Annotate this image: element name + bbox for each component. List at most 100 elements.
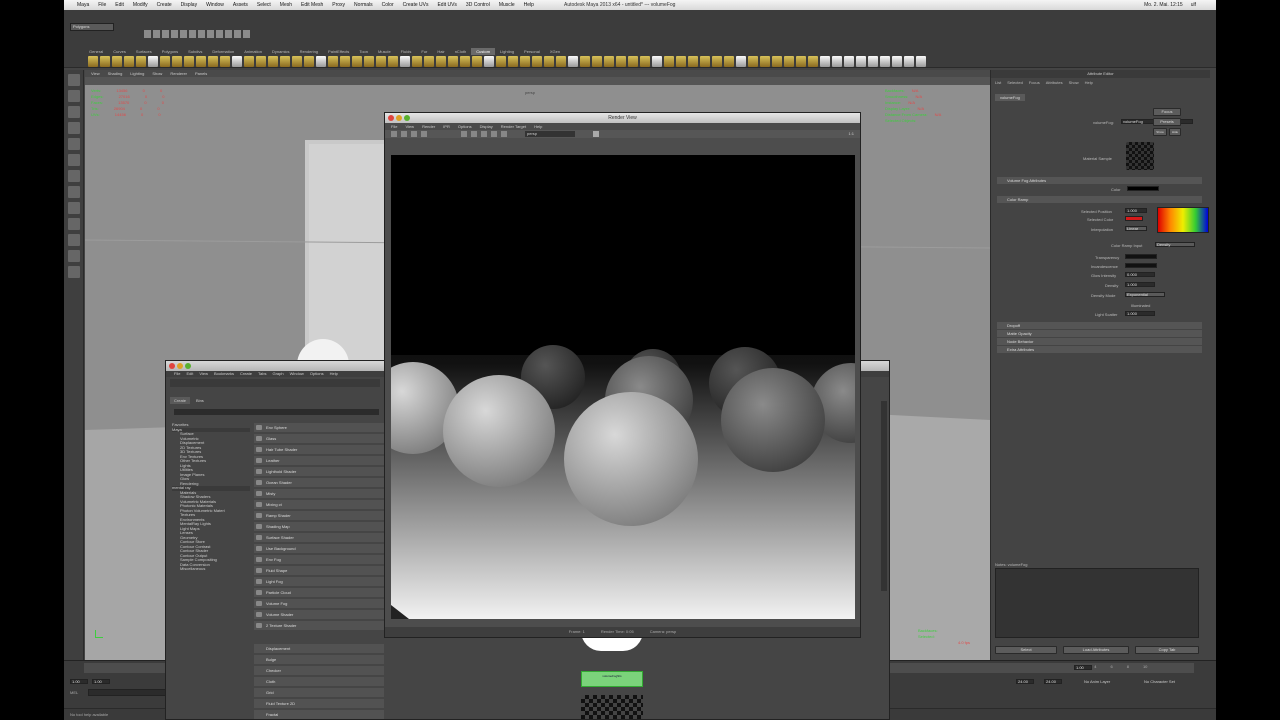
rv-keep-image-icon[interactable] xyxy=(491,131,497,137)
shelf-button-icon[interactable] xyxy=(616,56,626,67)
hs-zoom-icon[interactable] xyxy=(185,363,191,369)
shelf-button-icon[interactable] xyxy=(172,56,182,67)
shelf-button-icon[interactable] xyxy=(88,56,98,67)
hs-create-item[interactable]: Particle Cloud xyxy=(254,588,384,597)
shelf-button-icon[interactable] xyxy=(724,56,734,67)
shelf-tab-hair[interactable]: Hair xyxy=(432,48,449,55)
rv-menu-view[interactable]: View xyxy=(405,124,414,129)
hs-create-item[interactable]: Ramp Shader xyxy=(254,511,384,520)
user-name[interactable]: ulf xyxy=(1191,2,1196,8)
shelf-button-icon[interactable] xyxy=(808,56,818,67)
ae-selected-color-swatch[interactable] xyxy=(1125,216,1143,221)
ae-interpolation-select[interactable]: Linear xyxy=(1125,226,1147,231)
shelf-button-icon[interactable] xyxy=(664,56,674,67)
shelf-button-icon[interactable] xyxy=(484,56,494,67)
ae-tab-volumefog[interactable]: volumeFog xyxy=(995,94,1025,101)
shelf-button-icon[interactable] xyxy=(880,56,890,67)
menu-color[interactable]: Color xyxy=(382,2,394,8)
menu-normals[interactable]: Normals xyxy=(354,2,373,8)
ae-select-button[interactable]: Select xyxy=(995,646,1057,654)
ae-hide-button[interactable]: Hide xyxy=(1169,128,1181,136)
hs-texture-item[interactable]: Fractal xyxy=(254,710,384,719)
vp-menu-renderer[interactable]: Renderer xyxy=(170,71,187,76)
rv-refresh-icon[interactable] xyxy=(421,131,427,137)
four-view-icon[interactable] xyxy=(67,218,80,230)
shelf-tab-curves[interactable]: Curves xyxy=(108,48,131,55)
shelf-tab-custom[interactable]: Custom xyxy=(471,48,496,55)
open-scene-icon[interactable] xyxy=(153,30,160,38)
hs-texture-item[interactable]: Bulge xyxy=(254,655,384,664)
shelf-button-icon[interactable] xyxy=(412,56,422,67)
shelf-tab-fur[interactable]: Fur xyxy=(416,48,432,55)
single-view-icon[interactable] xyxy=(67,202,80,214)
menu-proxy[interactable]: Proxy xyxy=(332,2,345,8)
hs-create-item[interactable]: Ocean Shader xyxy=(254,478,384,487)
shelf-button-icon[interactable] xyxy=(400,56,410,67)
manipulator-icon[interactable] xyxy=(67,170,80,182)
rv-rgb-icon[interactable] xyxy=(461,131,467,137)
shelf-tab-lighting[interactable]: Lighting xyxy=(495,48,519,55)
shelf-tab-fluids[interactable]: Fluids xyxy=(396,48,417,55)
shelf-button-icon[interactable] xyxy=(652,56,662,67)
ae-section-matte-opacity[interactable]: Matte Opacity xyxy=(997,330,1202,337)
menu-assets[interactable]: Assets xyxy=(233,2,248,8)
ae-section-dropoff[interactable]: Dropoff xyxy=(997,322,1202,329)
menu-mesh[interactable]: Mesh xyxy=(280,2,292,8)
rv-alpha-icon[interactable] xyxy=(471,131,477,137)
hs-menu-create[interactable]: Create xyxy=(240,371,252,377)
shelf-button-icon[interactable] xyxy=(604,56,614,67)
hs-create-item[interactable]: 2 Texture Shader xyxy=(254,621,384,630)
shelf-button-icon[interactable] xyxy=(328,56,338,67)
select-tool-icon[interactable] xyxy=(67,74,80,86)
ae-load-attributes-button[interactable]: Load Attributes xyxy=(1063,646,1129,654)
menu-window[interactable]: Window xyxy=(206,2,224,8)
shelf-tab-animation[interactable]: Animation xyxy=(239,48,267,55)
shelf-tab-deformation[interactable]: Deformation xyxy=(207,48,239,55)
shelf-button-icon[interactable] xyxy=(232,56,242,67)
menu-maya[interactable]: Maya xyxy=(77,2,89,8)
shelf-button-icon[interactable] xyxy=(760,56,770,67)
shelf-button-icon[interactable] xyxy=(472,56,482,67)
rv-remove-image-icon[interactable] xyxy=(501,131,507,137)
shelf-tab-subdivs[interactable]: Subdivs xyxy=(183,48,207,55)
mode-selector[interactable]: Polygons xyxy=(70,23,114,31)
menu-edit[interactable]: Edit xyxy=(115,2,124,8)
ae-light-scatter-field[interactable]: 1.000 xyxy=(1125,311,1155,316)
hs-create-item[interactable]: Env Sphere xyxy=(254,423,384,432)
shelf-button-icon[interactable] xyxy=(280,56,290,67)
hs-tree-item[interactable]: Miscellaneous xyxy=(172,566,250,572)
shelf-button-icon[interactable] xyxy=(256,56,266,67)
shelf-button-icon[interactable] xyxy=(820,56,830,67)
hs-create-item[interactable]: Leather xyxy=(254,456,384,465)
hs-menu-window[interactable]: Window xyxy=(290,371,304,377)
rv-camera-select[interactable]: persp xyxy=(525,131,575,137)
rv-menu-options[interactable]: Options xyxy=(458,124,472,129)
rv-region-icon[interactable] xyxy=(593,131,599,137)
hs-create-item[interactable]: Glass xyxy=(254,434,384,443)
hs-filter-field[interactable] xyxy=(174,409,379,415)
hs-menu-file[interactable]: File xyxy=(174,371,180,377)
persp-outliner-icon[interactable] xyxy=(67,234,80,246)
render-settings-icon[interactable] xyxy=(243,30,250,38)
select-component-icon[interactable] xyxy=(189,30,196,38)
shelf-button-icon[interactable] xyxy=(100,56,110,67)
shelf-button-icon[interactable] xyxy=(220,56,230,67)
shelf-button-icon[interactable] xyxy=(592,56,602,67)
ae-section-node-behavior[interactable]: Node Behavior xyxy=(997,338,1202,345)
last-tool-icon[interactable] xyxy=(67,186,80,198)
lasso-tool-icon[interactable] xyxy=(67,90,80,102)
color-ramp-gradient[interactable] xyxy=(1157,207,1209,233)
ipr-render-icon[interactable] xyxy=(234,30,241,38)
hs-create-item[interactable]: Light Fog xyxy=(254,577,384,586)
ae-menu-selected[interactable]: Selected xyxy=(1007,80,1023,85)
shelf-button-icon[interactable] xyxy=(904,56,914,67)
hs-texture-item[interactable]: Checker xyxy=(254,666,384,675)
rv-menu-render[interactable]: Render xyxy=(422,124,435,129)
rv-titlebar[interactable]: Render View xyxy=(385,113,860,123)
rv-redo-render-icon[interactable] xyxy=(391,131,397,137)
shelf-button-icon[interactable] xyxy=(304,56,314,67)
start-frame-field[interactable]: 1.00 xyxy=(70,679,88,684)
ae-section-volume-fog[interactable]: Volume Fog Attributes xyxy=(997,177,1202,184)
rv-close-icon[interactable] xyxy=(388,115,394,121)
shelf-button-icon[interactable] xyxy=(508,56,518,67)
